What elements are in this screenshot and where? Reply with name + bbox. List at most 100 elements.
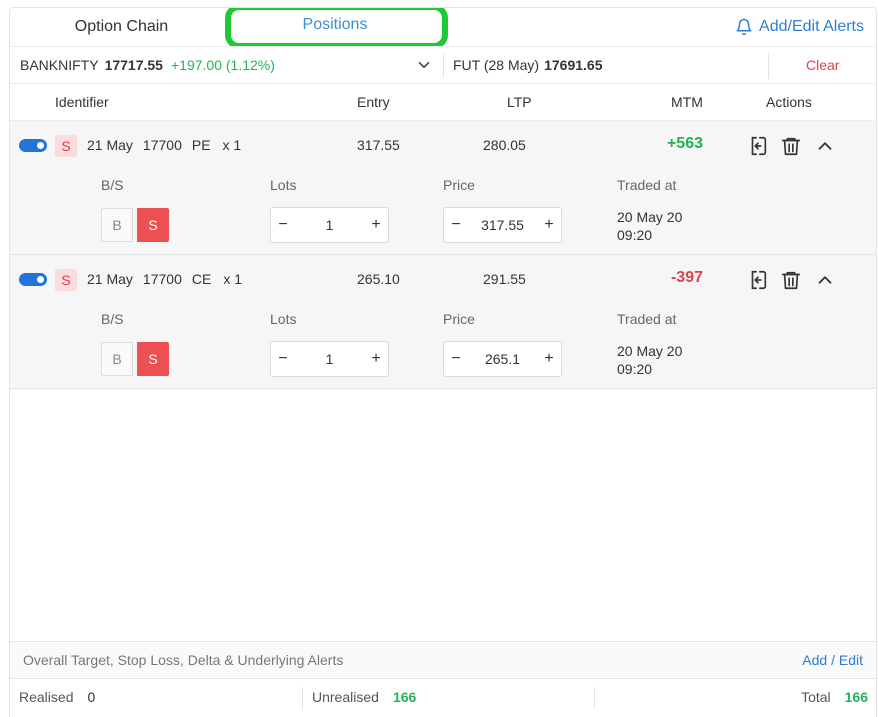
col-mtm: MTM [671,94,703,110]
divider [302,687,303,709]
position-identifier: 21 May 17700 CE x 1 [87,255,242,303]
lots-input[interactable] [295,210,364,240]
total-value: 166 [844,689,868,705]
underlying-symbol: BANKNIFTY [20,57,99,73]
overall-alerts-bar: Overall Target, Stop Loss, Delta & Under… [10,641,876,679]
overall-alerts-add-edit-link[interactable]: Add / Edit [802,642,863,679]
lots-decrement-button[interactable]: − [271,208,295,242]
divider [768,53,769,79]
price-stepper: − + [443,341,562,377]
divider [443,54,444,78]
lots-increment-button[interactable]: + [364,208,388,242]
lots-label: Lots [270,311,297,327]
trash-icon[interactable] [780,269,802,291]
position-strike: 17700 [142,271,182,287]
add-edit-alerts-link[interactable]: Add/Edit Alerts [735,8,864,46]
position-qty: x 1 [222,137,242,153]
exit-icon[interactable] [747,135,769,157]
buy-button[interactable]: B [101,208,133,242]
position-expiry: 21 May [87,137,133,153]
position-entry: 317.55 [357,137,400,153]
price-increment-button[interactable]: + [537,342,561,376]
chevron-up-icon[interactable] [814,269,836,291]
col-ltp: LTP [507,94,532,110]
lots-stepper: − + [270,207,389,243]
tab-option-chain[interactable]: Option Chain [50,8,193,46]
total-label: Total [801,689,831,705]
tab-highlight [225,8,448,49]
position-toggle[interactable] [19,139,47,152]
traded-at-label: Traded at [617,177,677,193]
trash-icon[interactable] [780,135,802,157]
traded-at: 20 May 20 09:20 [617,342,717,378]
position-summary: S 21 May 17700 PE x 1 317.55 280.05 +563 [10,121,876,169]
futures-label: FUT (28 May) [453,57,540,73]
chevron-up-icon[interactable] [814,135,836,157]
sell-button[interactable]: S [137,342,169,376]
unrealised-pnl: Unrealised 166 [312,679,416,715]
exit-icon[interactable] [747,269,769,291]
position-ltp: 280.05 [483,137,526,153]
underlying-info: BANKNIFTY 17717.55 +197.00 (1.12%) [20,47,275,83]
col-entry: Entry [357,94,390,110]
position-summary: S 21 May 17700 CE x 1 265.10 291.55 -397 [10,255,876,303]
add-edit-alerts-label: Add/Edit Alerts [759,18,864,35]
position-row: S 21 May 17700 PE x 1 317.55 280.05 +563… [10,121,876,255]
position-row: S 21 May 17700 CE x 1 265.10 291.55 -397… [10,255,876,389]
lots-label: Lots [270,177,297,193]
realised-value: 0 [87,689,96,705]
realised-pnl: Realised 0 [19,679,95,715]
total-pnl: Total 166 [801,679,868,715]
tab-bar: Option Chain Positions Add/Edit Alerts [10,8,876,49]
position-qty: x 1 [223,271,242,287]
side-badge: S [55,135,77,157]
price-decrement-button[interactable]: − [444,208,468,242]
position-option-type: PE [191,137,211,153]
price-decrement-button[interactable]: − [444,342,468,376]
futures-info: FUT (28 May) 17691.65 [453,47,603,83]
price-input[interactable] [468,344,537,374]
traded-at: 20 May 20 09:20 [617,208,717,244]
tab-positions[interactable]: Positions [225,8,448,49]
col-actions: Actions [766,94,812,110]
bs-label: B/S [101,311,124,327]
clear-button[interactable]: Clear [806,47,839,83]
lots-decrement-button[interactable]: − [271,342,295,376]
lots-input[interactable] [295,344,364,374]
lots-stepper: − + [270,341,389,377]
sell-button[interactable]: S [137,208,169,242]
unrealised-value: 166 [392,689,417,705]
divider [594,687,595,709]
realised-label: Realised [19,689,74,705]
traded-date: 20 May 20 [617,343,683,359]
traded-at-label: Traded at [617,311,677,327]
underlying-bar: BANKNIFTY 17717.55 +197.00 (1.12%) FUT (… [10,46,876,84]
bs-label: B/S [101,177,124,193]
position-option-type: CE [191,271,212,287]
position-identifier: 21 May 17700 PE x 1 [87,121,241,169]
positions-panel: Option Chain Positions Add/Edit Alerts B… [9,7,877,717]
price-stepper: − + [443,207,562,243]
chevron-down-icon[interactable] [415,56,433,74]
unrealised-label: Unrealised [312,689,379,705]
price-label: Price [443,177,475,193]
price-increment-button[interactable]: + [537,208,561,242]
traded-time: 09:20 [617,227,653,243]
position-toggle[interactable] [19,273,47,286]
price-label: Price [443,311,475,327]
lots-increment-button[interactable]: + [364,342,388,376]
overall-alerts-text: Overall Target, Stop Loss, Delta & Under… [23,652,344,668]
position-mtm: -397 [670,269,703,286]
traded-time: 09:20 [617,361,653,377]
position-entry: 265.10 [357,271,400,287]
position-strike: 17700 [142,137,182,153]
underlying-change: +197.00 (1.12%) [170,57,275,73]
pnl-summary: Realised 0 Unrealised 166 Total 166 [10,679,876,717]
position-ltp: 291.55 [483,271,526,287]
col-identifier: Identifier [55,94,109,110]
buy-button[interactable]: B [101,342,133,376]
price-input[interactable] [468,210,537,240]
underlying-price: 17717.55 [104,57,163,73]
side-badge: S [55,269,77,291]
bell-icon [736,18,752,36]
